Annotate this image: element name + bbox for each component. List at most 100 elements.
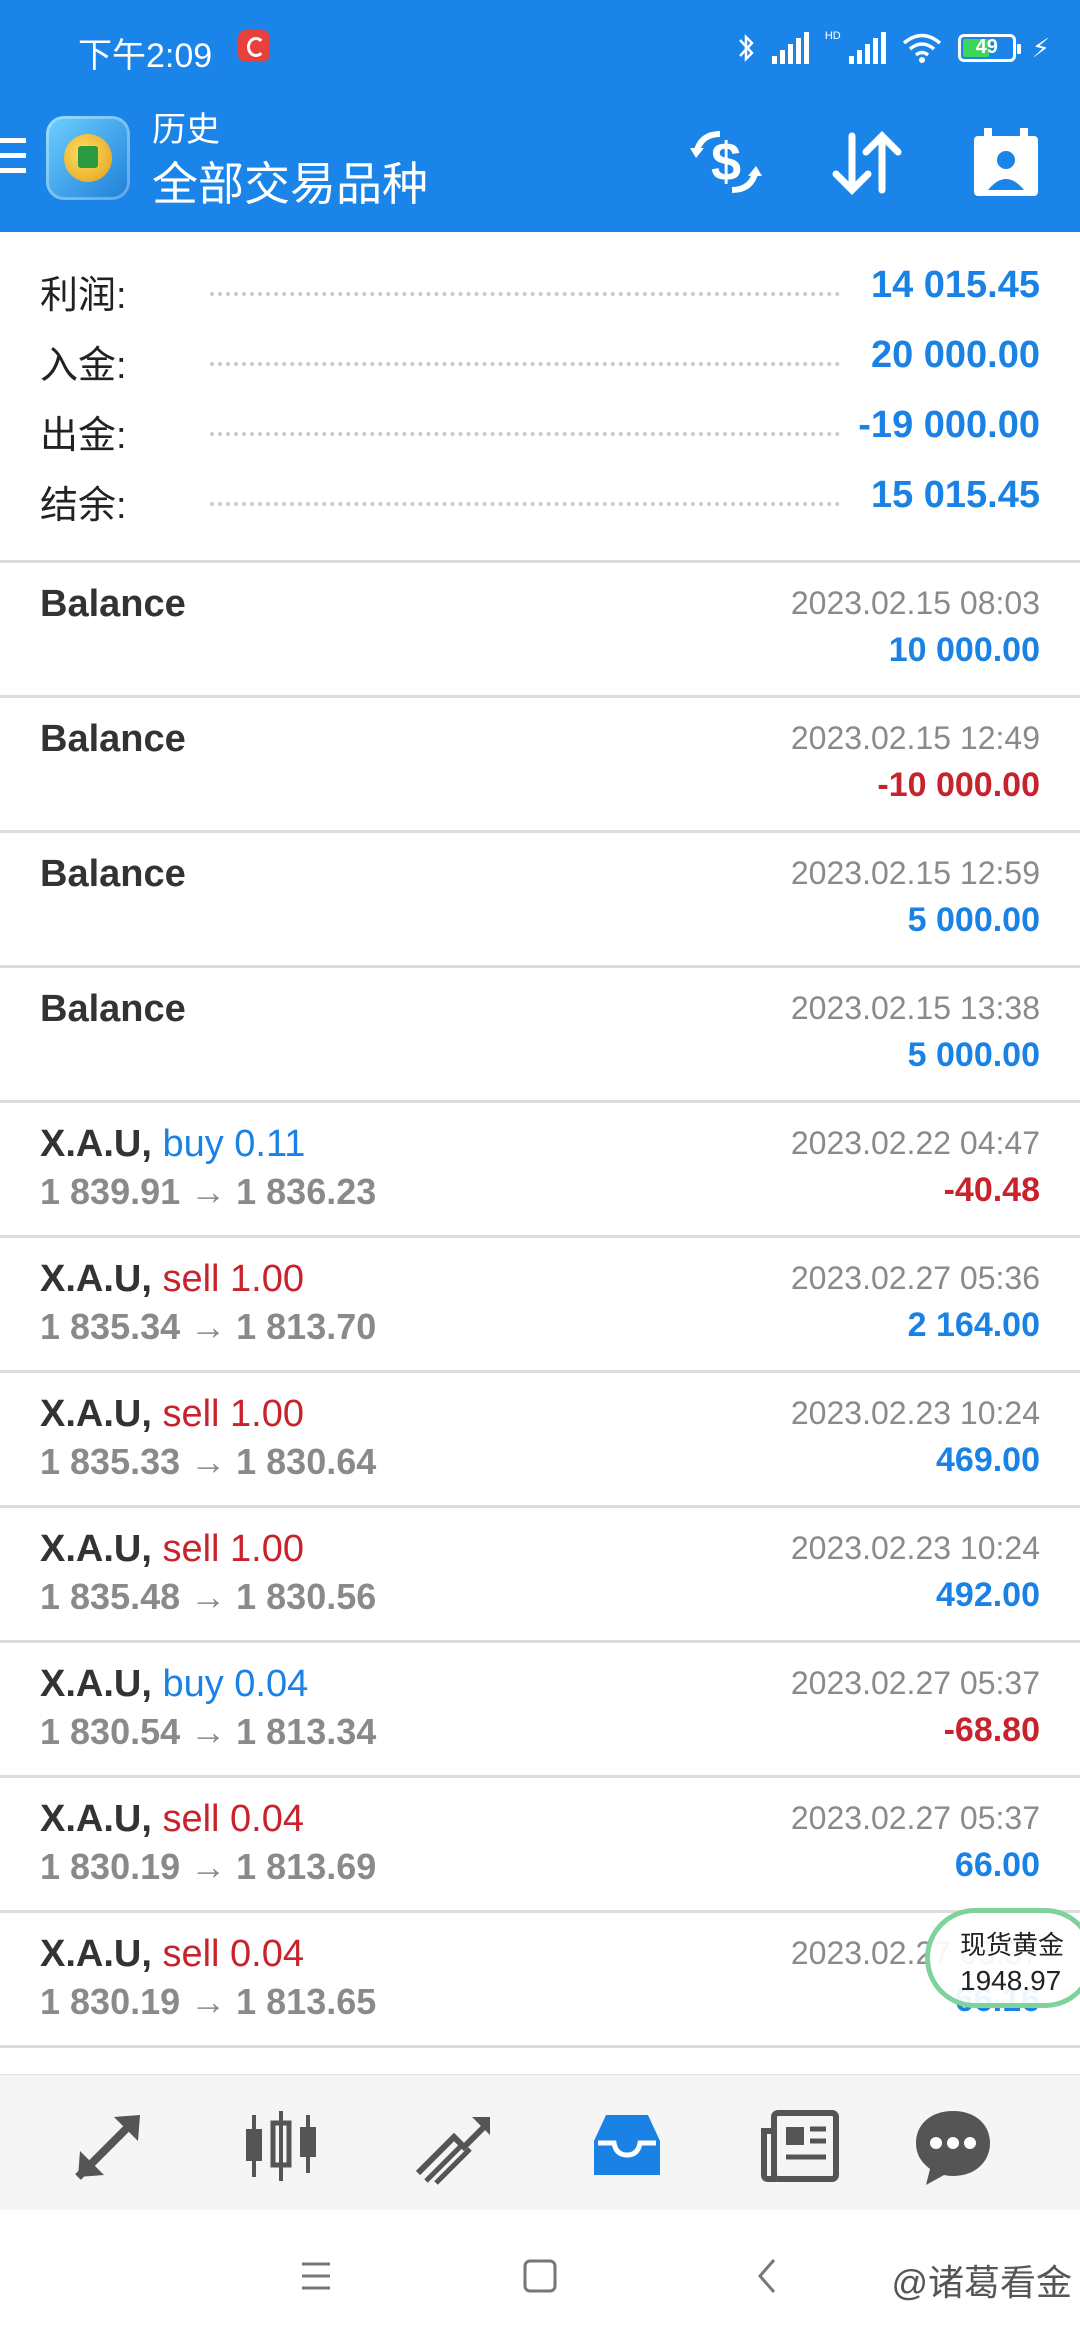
- chart-icon[interactable]: [236, 2101, 326, 2191]
- deal-date: 2023.02.27 05:37: [790, 1800, 1040, 1836]
- deal-amount: 492.00: [936, 1576, 1040, 1614]
- deal-prices: 1 835.48 → 1 830.56: [40, 1576, 377, 1617]
- bottom-navigation: [0, 2074, 1080, 2211]
- list-item[interactable]: X.A.U, sell 1.00 1 835.33 → 1 830.64 202…: [0, 1373, 1080, 1508]
- quotes-icon[interactable]: [64, 2101, 154, 2191]
- list-item[interactable]: X.A.U, sell 0.04 1 830.19 → 1 813.69 202…: [0, 1778, 1080, 1913]
- deal-header: X.A.U, buy 0.04: [40, 1663, 308, 1706]
- list-item[interactable]: Balance 2023.02.15 12:49 -10 000.00: [0, 698, 1080, 833]
- summary-label: 出金:: [40, 415, 127, 457]
- deal-header: X.A.U, sell 0.04: [40, 1933, 304, 1976]
- deal-symbol: Balance: [40, 853, 186, 895]
- deal-symbol: X.A.U,: [40, 1258, 152, 1300]
- deal-side: sell 0.04: [162, 1933, 305, 1975]
- deal-date: 2023.02.27 05:37: [790, 1665, 1040, 1701]
- deal-amount: -40.48: [943, 1171, 1040, 1209]
- list-item[interactable]: Balance 2023.02.15 12:59 5 000.00: [0, 833, 1080, 968]
- notification-icon: [238, 30, 270, 62]
- list-item[interactable]: X.A.U, sell 0.04 1 830.19 → 1 813.65 202…: [0, 1913, 1080, 2048]
- chat-icon[interactable]: [908, 2101, 998, 2191]
- deal-symbol: X.A.U,: [40, 1123, 152, 1165]
- deal-symbol: X.A.U,: [40, 1393, 152, 1435]
- list-item[interactable]: X.A.U, sell 1.00 1 835.48 → 1 830.56 202…: [0, 1508, 1080, 1643]
- toolbar: 历史 全部交易品种 $: [0, 96, 1080, 232]
- widget-price: 1948.97: [960, 1965, 1062, 1996]
- deal-date: 2023.02.27 05:36: [790, 1260, 1040, 1296]
- widget-symbol-name: 现货黄金: [960, 1930, 1065, 1960]
- home-icon[interactable]: [510, 2252, 570, 2302]
- summary-row-balance: 结余: 15 015.45: [0, 464, 1080, 534]
- sort-icon[interactable]: [826, 124, 906, 200]
- dotted-leader: [210, 362, 840, 366]
- list-item[interactable]: Balance 2023.02.15 13:38 5 000.00: [0, 968, 1080, 1103]
- list-item[interactable]: X.A.U, buy 0.04 1 830.54 → 1 813.34 2023…: [0, 1643, 1080, 1778]
- deal-date: 2023.02.15 08:03: [790, 585, 1040, 621]
- deal-symbol: X.A.U,: [40, 1798, 152, 1840]
- deposit-icon[interactable]: $: [686, 124, 766, 200]
- deal-header: X.A.U, sell 0.04: [40, 1798, 304, 1841]
- deal-symbol: Balance: [40, 583, 186, 625]
- menu-icon[interactable]: [0, 138, 26, 178]
- status-time: 下午2:09: [78, 37, 213, 75]
- deal-side: sell 0.04: [162, 1798, 305, 1840]
- page-title[interactable]: 全部交易品种: [152, 148, 428, 214]
- signal-icon: [771, 32, 809, 64]
- battery-icon: 49: [957, 34, 1021, 62]
- summary-panel: 利润: 14 015.45 入金: 20 000.00 出金: -19 000.…: [0, 232, 1080, 563]
- deal-symbol: X.A.U,: [40, 1933, 152, 1975]
- deal-side: sell 1.00: [162, 1258, 305, 1300]
- signal-hd-label: HD: [824, 30, 841, 42]
- page-subtitle: 历史: [152, 111, 220, 149]
- deal-amount: 469.00: [936, 1441, 1040, 1479]
- deal-side: buy 0.11: [162, 1123, 306, 1165]
- deal-prices: 1 835.33 → 1 830.64: [40, 1441, 377, 1482]
- deal-prices: 1 839.91 → 1 836.23: [40, 1171, 377, 1212]
- summary-label: 入金:: [40, 345, 127, 387]
- deal-prices: 1 830.19 → 1 813.69: [40, 1846, 377, 1887]
- deal-date: 2023.02.15 12:59: [790, 855, 1040, 891]
- deal-side: sell 1.00: [162, 1528, 305, 1570]
- deal-symbol: Balance: [40, 718, 186, 760]
- summary-value: -19 000.00: [858, 404, 1040, 446]
- deal-date: 2023.02.22 04:47: [790, 1125, 1040, 1161]
- deal-header: X.A.U, sell 1.00: [40, 1528, 304, 1571]
- deal-amount: 66.00: [954, 1846, 1040, 1884]
- summary-value: 14 015.45: [870, 264, 1040, 306]
- deal-header: X.A.U, sell 1.00: [40, 1258, 304, 1301]
- list-item[interactable]: X.A.U, sell 1.00 1 835.34 → 1 813.70 202…: [0, 1238, 1080, 1373]
- deal-header: X.A.U, buy 0.11: [40, 1123, 305, 1166]
- summary-value: 20 000.00: [870, 334, 1040, 376]
- recent-apps-icon[interactable]: [286, 2252, 346, 2302]
- list-item[interactable]: Balance 2023.02.15 08:03 10 000.00: [0, 563, 1080, 698]
- trade-icon[interactable]: [408, 2101, 498, 2191]
- news-icon[interactable]: [756, 2101, 846, 2191]
- summary-row-profit: 利润: 14 015.45: [0, 254, 1080, 324]
- floating-price-widget[interactable]: 现货黄金 1948.97: [925, 1908, 1080, 2008]
- deal-date: 2023.02.15 12:49: [790, 720, 1040, 756]
- list-item[interactable]: X.A.U, buy 0.11 1 839.91 → 1 836.23 2023…: [0, 1103, 1080, 1238]
- deal-prices: 1 830.19 → 1 813.65: [40, 1981, 377, 2022]
- deal-side: buy 0.04: [162, 1663, 309, 1705]
- watermark-text: @诸葛看金: [891, 2262, 1072, 2303]
- deal-date: 2023.02.23 10:24: [790, 1530, 1040, 1566]
- deal-symbol: X.A.U,: [40, 1663, 152, 1705]
- deal-date: 2023.02.23 10:24: [790, 1395, 1040, 1431]
- deal-side: sell 1.00: [162, 1393, 305, 1435]
- deal-amount: 2 164.00: [907, 1306, 1040, 1344]
- history-icon[interactable]: [582, 2101, 672, 2191]
- system-navigation-bar: @诸葛看金: [0, 2210, 1080, 2340]
- deal-amount: 5 000.00: [907, 1036, 1040, 1074]
- deal-amount: 5 000.00: [907, 901, 1040, 939]
- dotted-leader: [210, 502, 840, 506]
- back-icon[interactable]: [738, 2252, 798, 2302]
- history-list: Balance 2023.02.15 08:03 10 000.00 Balan…: [0, 563, 1080, 2048]
- dotted-leader: [210, 432, 840, 436]
- charging-icon: ⚡: [1031, 32, 1050, 63]
- deal-prices: 1 830.54 → 1 813.34: [40, 1711, 377, 1752]
- status-icons: HD 49 ⚡: [736, 28, 1050, 68]
- calendar-icon[interactable]: [966, 124, 1046, 200]
- summary-value: 15 015.45: [870, 474, 1040, 516]
- app-logo: [46, 116, 130, 200]
- app-header-area: 下午2:09 HD 49 ⚡ 历史 全部交易品种 $: [0, 0, 1080, 232]
- battery-level: 49: [975, 36, 998, 58]
